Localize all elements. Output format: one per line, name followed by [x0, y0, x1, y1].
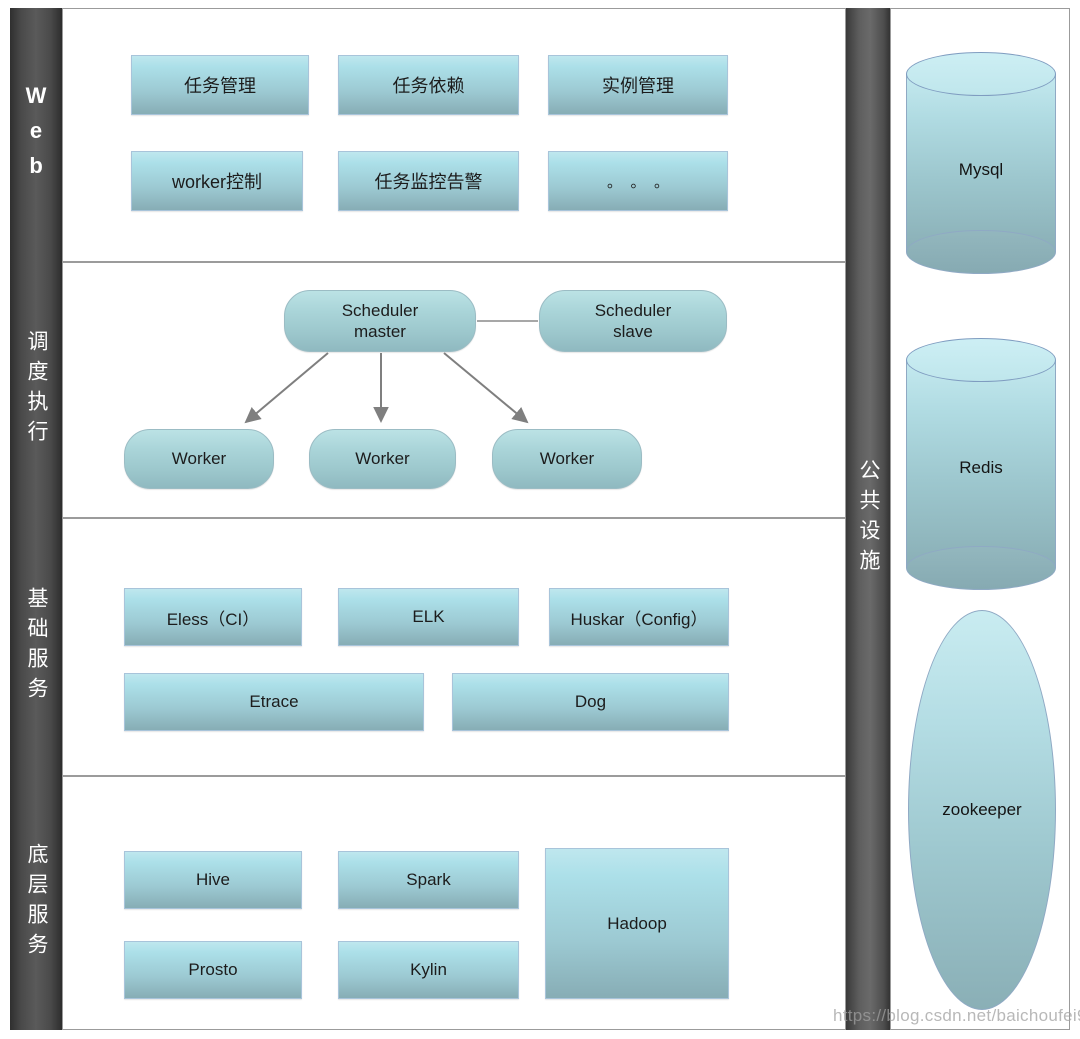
layer-frame-web: [62, 8, 846, 262]
node-label-line2: slave: [613, 322, 653, 341]
node-label: Dog: [574, 692, 607, 711]
node-scheduler-slave[interactable]: Scheduler slave: [539, 290, 727, 352]
node-label: ELK: [412, 607, 445, 626]
service-label: zookeeper: [942, 800, 1022, 819]
node-scheduler-master[interactable]: Scheduler master: [284, 290, 476, 352]
node-worker-2[interactable]: Worker: [309, 429, 456, 489]
node-label: Worker: [171, 449, 227, 469]
node-label: 。。。: [606, 173, 685, 191]
common-infrastructure-label-text: 公共设施: [857, 459, 881, 579]
node-task-dependency[interactable]: 任务依赖: [338, 55, 519, 115]
node-label-line1: Scheduler: [594, 300, 672, 320]
node-worker-control[interactable]: worker控制: [131, 151, 303, 211]
service-zookeeper[interactable]: zookeeper: [908, 610, 1056, 1010]
layer-label-bottom-text: 底层服务: [25, 843, 49, 963]
node-label: 任务依赖: [392, 76, 465, 96]
node-prosto[interactable]: Prosto: [124, 941, 302, 999]
node-eless-ci[interactable]: Eless（CI）: [124, 588, 302, 646]
node-spark[interactable]: Spark: [338, 851, 519, 909]
node-elk[interactable]: ELK: [338, 588, 519, 646]
node-label: Huskar（Config）: [570, 609, 708, 629]
layer-label-infra-text: 基础服务: [25, 587, 49, 707]
node-hive[interactable]: Hive: [124, 851, 302, 909]
node-label: 任务管理: [184, 76, 256, 96]
node-huskar-config[interactable]: Huskar（Config）: [549, 588, 729, 646]
datastore-label: Redis: [959, 458, 1003, 477]
node-label: Hadoop: [607, 913, 667, 933]
layer-label-schedule-text: 调度执行: [25, 330, 49, 450]
cylinder-bottom-ellipse: [906, 546, 1056, 590]
node-etrace[interactable]: Etrace: [124, 673, 424, 731]
node-label: Worker: [539, 449, 595, 469]
layer-label-web: Web: [10, 8, 62, 262]
node-label-line1: Scheduler: [341, 300, 419, 320]
node-label: Eless（CI）: [166, 609, 260, 629]
node-more-ellipsis[interactable]: 。。。: [548, 151, 728, 211]
node-hadoop[interactable]: Hadoop: [545, 848, 729, 999]
node-kylin[interactable]: Kylin: [338, 941, 519, 999]
watermark-text: https://blog.csdn.net/baichoufei90: [833, 1006, 1080, 1025]
cylinder-top-ellipse: [906, 52, 1056, 96]
node-label: Kylin: [410, 960, 447, 979]
common-infrastructure-label: 公共设施: [846, 8, 890, 1030]
node-label: Etrace: [249, 692, 299, 711]
node-task-management[interactable]: 任务管理: [131, 55, 309, 115]
datastore-redis[interactable]: Redis: [906, 338, 1056, 590]
node-label: 实例管理: [602, 76, 674, 96]
datastore-mysql[interactable]: Mysql: [906, 52, 1056, 274]
node-label: Worker: [355, 449, 410, 469]
datastore-label: Mysql: [958, 160, 1004, 179]
node-label: Hive: [195, 870, 230, 889]
node-label-line2: master: [354, 322, 406, 341]
layer-label-bottom: 底层服务: [10, 776, 62, 1030]
layer-label-infra: 基础服务: [10, 518, 62, 776]
node-label: Prosto: [188, 960, 238, 979]
watermark: https://blog.csdn.net/baichoufei90: [833, 1006, 1080, 1026]
node-worker-3[interactable]: Worker: [492, 429, 642, 489]
node-task-monitor-alert[interactable]: 任务监控告警: [338, 151, 519, 211]
layer-frame-infra: [62, 518, 846, 776]
architecture-diagram: Web 调度执行 基础服务 底层服务 公共设施 任务管理 任务依赖 实例管理 w…: [0, 0, 1080, 1039]
node-label: worker控制: [171, 172, 262, 192]
node-dog[interactable]: Dog: [452, 673, 729, 731]
node-label: 任务监控告警: [374, 172, 483, 192]
node-label: Spark: [406, 870, 451, 889]
layer-label-web-text: Web: [23, 82, 49, 188]
node-instance-management[interactable]: 实例管理: [548, 55, 728, 115]
cylinder-top-ellipse: [906, 338, 1056, 382]
node-worker-1[interactable]: Worker: [124, 429, 274, 489]
cylinder-bottom-ellipse: [906, 230, 1056, 274]
layer-label-schedule: 调度执行: [10, 262, 62, 518]
